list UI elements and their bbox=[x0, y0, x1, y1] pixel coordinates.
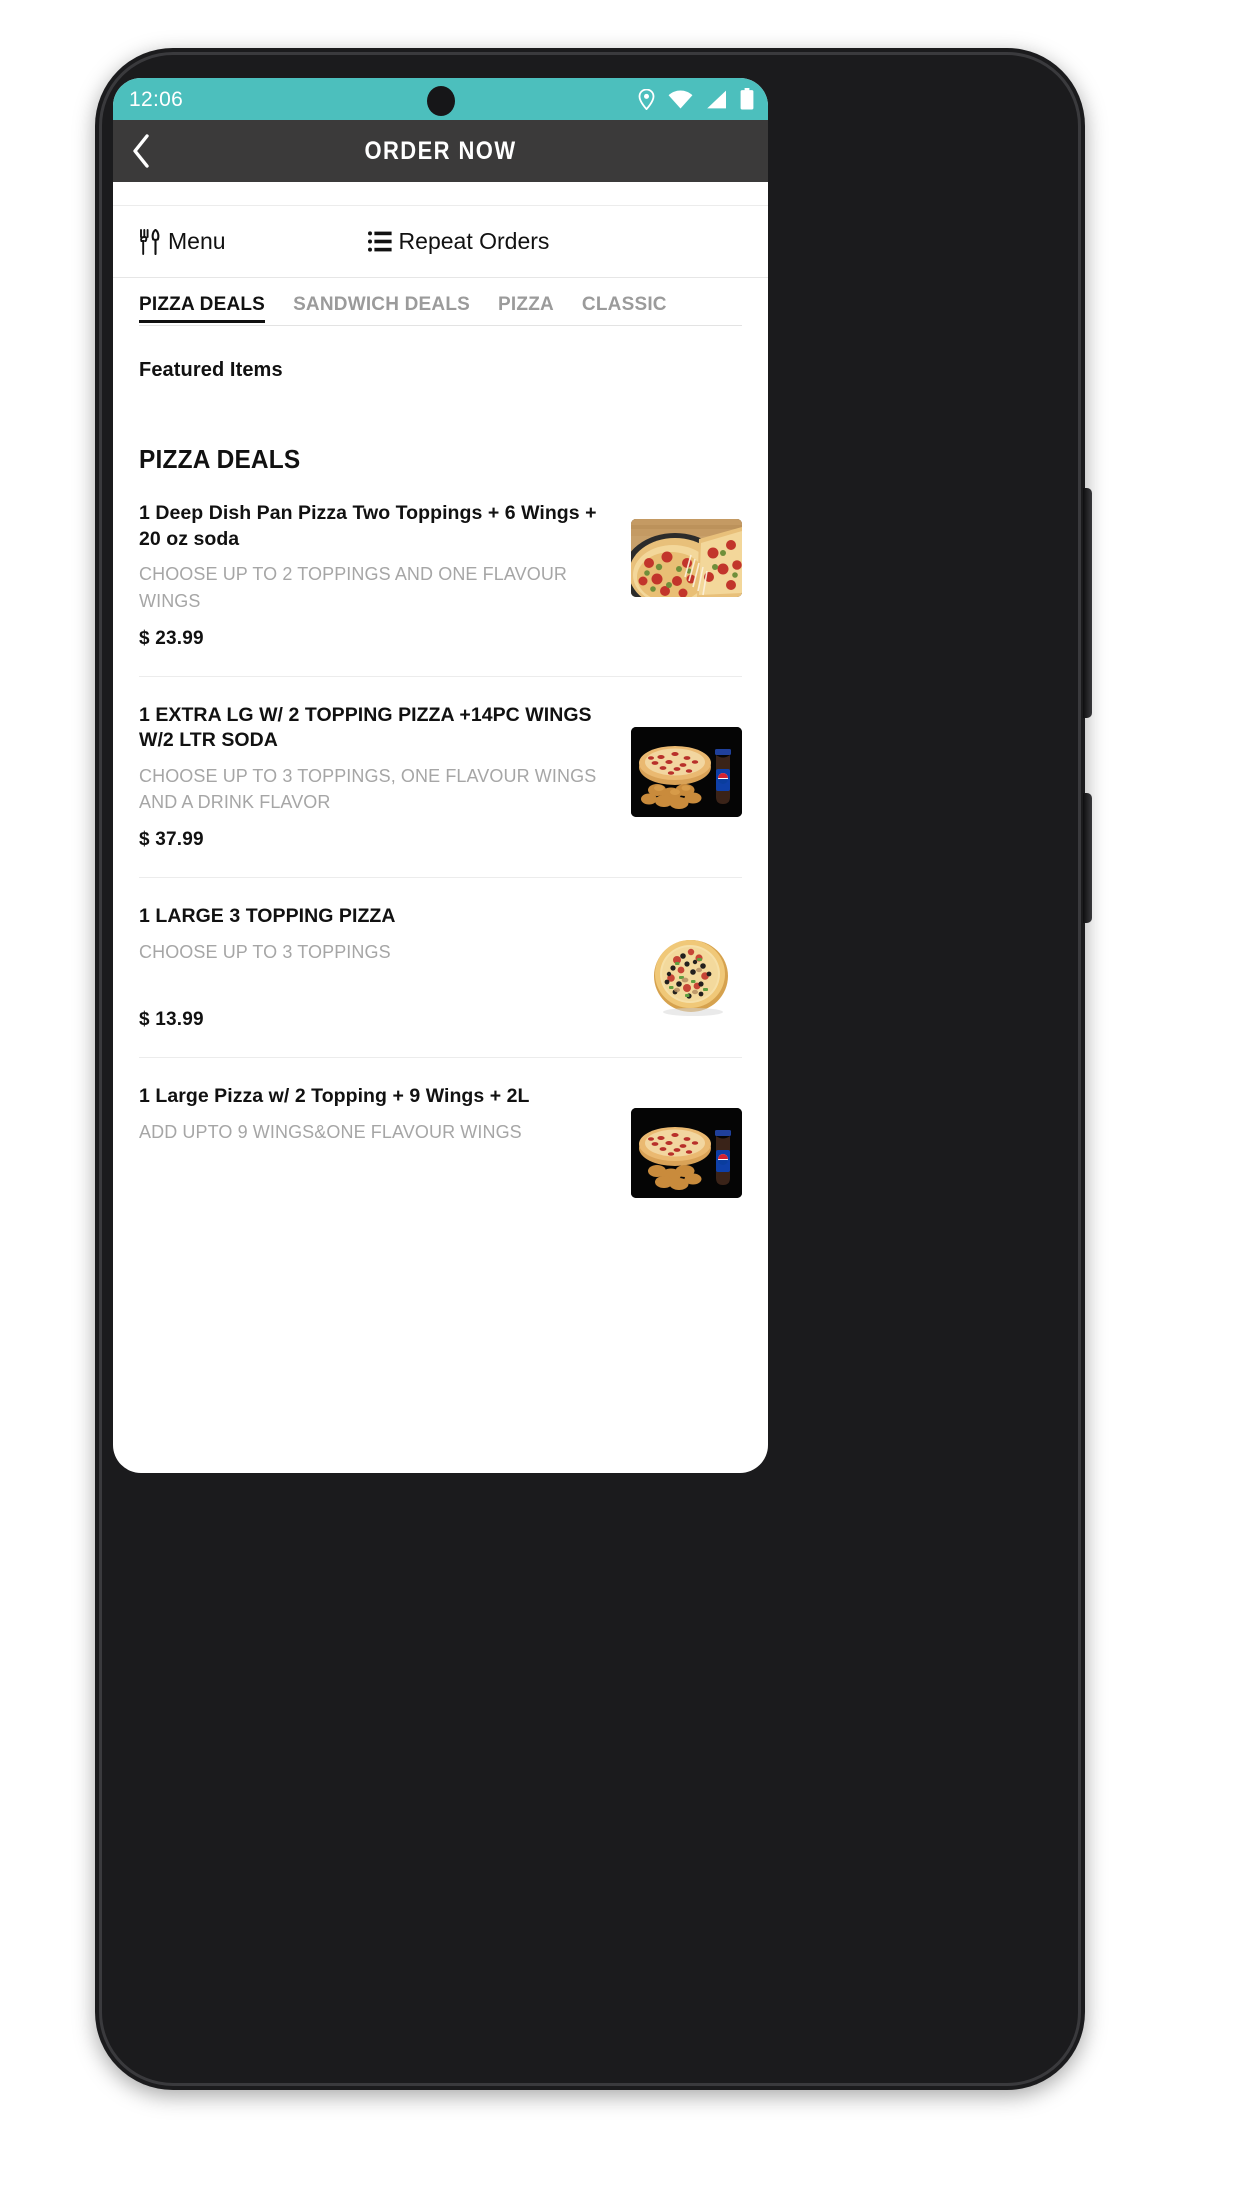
menu-item-description: CHOOSE UP TO 3 TOPPINGS, ONE FLAVOUR WIN… bbox=[139, 766, 597, 813]
fork-knife-icon bbox=[139, 228, 161, 255]
power-button[interactable] bbox=[1083, 793, 1092, 923]
tab-sandwich-deals[interactable]: SANDWICH DEALS bbox=[293, 294, 484, 325]
menu-item-row[interactable]: 1 Large Pizza w/ 2 Topping + 9 Wings + 2… bbox=[139, 1058, 742, 1199]
menu-item-name: 1 Deep Dish Pan Pizza Two Toppings + 6 W… bbox=[139, 502, 597, 550]
menu-item-row[interactable]: 1 Deep Dish Pan Pizza Two Toppings + 6 W… bbox=[139, 475, 742, 650]
phone-screen: 12:06 ORDER NOW Menu Repeat Orders PIZZA… bbox=[113, 78, 768, 1473]
wifi-icon bbox=[668, 90, 693, 109]
content-bottom-padding bbox=[139, 1198, 742, 1348]
cellular-signal-icon bbox=[706, 90, 727, 109]
app-header: ORDER NOW bbox=[113, 120, 768, 182]
front-camera-punchhole bbox=[426, 86, 455, 116]
tab-classic[interactable]: CLASSIC bbox=[582, 294, 681, 325]
menu-item-text: 1 Large Pizza w/ 2 Topping + 9 Wings + 2… bbox=[139, 1084, 631, 1145]
repeat-orders-button[interactable]: Repeat Orders bbox=[367, 228, 550, 255]
menu-item-description: CHOOSE UP TO 3 TOPPINGS bbox=[139, 942, 391, 963]
status-bar: 12:06 bbox=[113, 78, 768, 120]
menu-item-row[interactable]: 1 LARGE 3 TOPPING PIZZA CHOOSE UP TO 3 T… bbox=[139, 878, 742, 1031]
menu-item-thumbnail bbox=[631, 928, 742, 1019]
menu-item-name: 1 Large Pizza w/ 2 Topping + 9 Wings + 2… bbox=[139, 1085, 530, 1108]
menu-item-description: ADD UPTO 9 WINGS&ONE FLAVOUR WINGS bbox=[139, 1121, 522, 1142]
menu-item-name: 1 LARGE 3 TOPPING PIZZA bbox=[139, 905, 396, 928]
status-bar-clock: 12:06 bbox=[129, 87, 184, 111]
list-icon bbox=[367, 231, 392, 252]
quick-action-row: Menu Repeat Orders bbox=[113, 206, 768, 278]
header-spacer-band bbox=[113, 182, 768, 206]
menu-item-description: CHOOSE UP TO 2 TOPPINGS AND ONE FLAVOUR … bbox=[139, 564, 568, 611]
screenshot-root: 12:06 ORDER NOW Menu Repeat Orders PIZZA… bbox=[0, 0, 1242, 2208]
menu-content: Featured Items PIZZA DEALS 1 Deep Dish P… bbox=[113, 326, 768, 1349]
volume-button[interactable] bbox=[1083, 488, 1092, 718]
chevron-left-icon bbox=[131, 134, 151, 168]
battery-icon bbox=[740, 88, 754, 110]
menu-item-price: $ 23.99 bbox=[139, 627, 204, 649]
menu-item-text: 1 EXTRA LG W/ 2 TOPPING PIZZA +14PC WING… bbox=[139, 703, 631, 852]
tab-pizza[interactable]: PIZZA bbox=[498, 294, 568, 325]
menu-item-price: $ 37.99 bbox=[139, 829, 204, 851]
menu-item-thumbnail bbox=[631, 1108, 742, 1199]
menu-item-name: 1 EXTRA LG W/ 2 TOPPING PIZZA +14PC WING… bbox=[139, 703, 592, 752]
menu-item-thumbnail bbox=[631, 519, 742, 597]
featured-items-heading: Featured Items bbox=[139, 359, 283, 381]
menu-item-text: 1 LARGE 3 TOPPING PIZZA CHOOSE UP TO 3 T… bbox=[139, 904, 631, 1031]
menu-button[interactable]: Menu bbox=[139, 228, 226, 255]
tab-pizza-deals[interactable]: PIZZA DEALS bbox=[139, 294, 279, 325]
status-bar-icons bbox=[638, 88, 754, 110]
menu-item-price: $ 13.99 bbox=[139, 1009, 204, 1031]
menu-item-text: 1 Deep Dish Pan Pizza Two Toppings + 6 W… bbox=[139, 501, 631, 650]
page-title: ORDER NOW bbox=[364, 136, 517, 165]
menu-label: Menu bbox=[168, 228, 226, 254]
menu-item-row[interactable]: 1 EXTRA LG W/ 2 TOPPING PIZZA +14PC WING… bbox=[139, 677, 742, 852]
repeat-orders-label: Repeat Orders bbox=[398, 228, 550, 254]
menu-item-thumbnail bbox=[631, 726, 742, 817]
section-heading-pizza-deals: PIZZA DEALS bbox=[139, 444, 301, 474]
location-pin-icon bbox=[638, 88, 655, 110]
category-tab-bar: PIZZA DEALS SANDWICH DEALS PIZZA CLASSIC bbox=[113, 278, 768, 325]
